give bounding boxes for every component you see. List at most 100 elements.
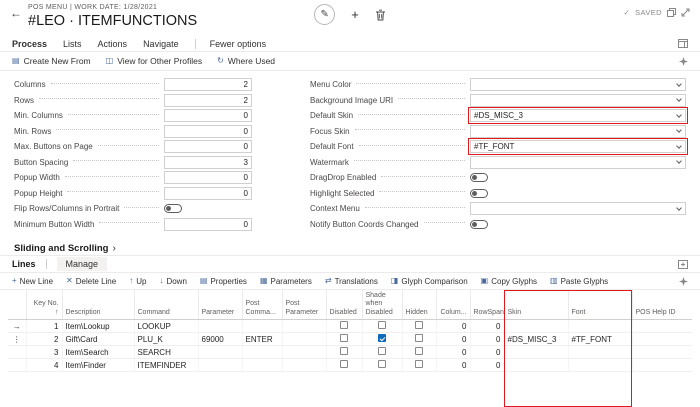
parameter-cell[interactable]: [198, 320, 242, 333]
command-cell[interactable]: PLU_K: [134, 333, 198, 346]
section-sliding-and-scrolling[interactable]: Sliding and Scrolling ›: [0, 238, 700, 256]
action-create-new-from[interactable]: ▤Create New From: [12, 56, 91, 66]
post-command-cell[interactable]: ENTER: [242, 333, 282, 346]
row-span-cell[interactable]: 0: [470, 320, 504, 333]
menu-item-actions[interactable]: Actions: [98, 39, 128, 49]
font-cell[interactable]: [568, 320, 632, 333]
parameter-cell[interactable]: [198, 346, 242, 359]
input-popup-width[interactable]: 0: [164, 171, 252, 184]
key-no-cell[interactable]: 4: [26, 359, 62, 372]
post-command-cell[interactable]: [242, 320, 282, 333]
menu-item-lists[interactable]: Lists: [63, 39, 82, 49]
menu-item-navigate[interactable]: Navigate: [143, 39, 179, 49]
lines-action-properties[interactable]: ▤Properties: [200, 277, 247, 286]
post-command-cell[interactable]: [242, 346, 282, 359]
description-cell[interactable]: Item\Lookup: [62, 320, 134, 333]
column-span-cell[interactable]: 0: [436, 346, 470, 359]
input-popup-height[interactable]: 0: [164, 187, 252, 200]
column-header-post-parameter[interactable]: Post Parameter: [282, 290, 326, 320]
column-header-skin[interactable]: Skin: [504, 290, 568, 320]
description-cell[interactable]: Item\Search: [62, 346, 134, 359]
lines-action-paste-glyphs[interactable]: ▥Paste Glyphs: [550, 277, 608, 286]
command-cell[interactable]: SEARCH: [134, 346, 198, 359]
lines-personalize-icon[interactable]: [679, 277, 688, 286]
open-in-window-icon[interactable]: [678, 39, 688, 48]
back-button[interactable]: ←: [10, 7, 22, 19]
column-header-command[interactable]: Command: [134, 290, 198, 320]
column-header-font[interactable]: Font: [568, 290, 632, 320]
input-minimum-button-width[interactable]: 0: [164, 218, 252, 231]
lines-action-new-line[interactable]: +New Line: [12, 277, 53, 286]
input-min-columns[interactable]: 0: [164, 109, 252, 122]
input-columns[interactable]: 2: [164, 78, 252, 91]
skin-cell[interactable]: [504, 359, 568, 372]
select-menu-color[interactable]: [470, 78, 686, 91]
checkbox-shade-when-disabled[interactable]: [378, 321, 386, 329]
toggle-dragdrop-enabled[interactable]: [470, 173, 488, 182]
skin-cell[interactable]: [504, 346, 568, 359]
checkbox-shade-when-disabled[interactable]: [378, 360, 386, 368]
select-default-skin[interactable]: #DS_MISC_3: [470, 109, 686, 122]
description-cell[interactable]: Gift\Card: [62, 333, 134, 346]
select-focus-skin[interactable]: [470, 125, 686, 138]
description-cell[interactable]: Item\Finder: [62, 359, 134, 372]
parameter-cell[interactable]: 69000: [198, 333, 242, 346]
post-parameter-cell[interactable]: [282, 320, 326, 333]
lines-action-parameters[interactable]: ▦Parameters: [260, 277, 312, 286]
tab-lines[interactable]: Lines: [12, 259, 36, 269]
font-cell[interactable]: #TF_FONT: [568, 333, 632, 346]
input-max-buttons-on-page[interactable]: 0: [164, 140, 252, 153]
personalize-icon[interactable]: [679, 57, 688, 66]
column-span-cell[interactable]: 0: [436, 359, 470, 372]
pos-help-id-cell[interactable]: [632, 333, 692, 346]
expand-part-icon[interactable]: [678, 260, 688, 269]
new-button[interactable]: +: [351, 8, 359, 21]
key-no-cell[interactable]: 3: [26, 346, 62, 359]
column-header-shade-when-disabled[interactable]: Shade when Disabled: [362, 290, 402, 320]
edit-button[interactable]: ✎: [314, 4, 335, 25]
checkbox-disabled[interactable]: [340, 347, 348, 355]
skin-cell[interactable]: #DS_MISC_3: [504, 333, 568, 346]
checkbox-disabled[interactable]: [340, 321, 348, 329]
action-view-for-other-profiles[interactable]: ◫View for Other Profiles: [106, 56, 202, 66]
column-header-pos-help-id[interactable]: POS Help ID: [632, 290, 692, 320]
input-button-spacing[interactable]: 3: [164, 156, 252, 169]
tab-manage[interactable]: Manage: [57, 257, 108, 271]
post-parameter-cell[interactable]: [282, 333, 326, 346]
select-context-menu[interactable]: [470, 202, 686, 215]
select-watermark[interactable]: [470, 156, 686, 169]
action-where-used[interactable]: ↻Where Used: [217, 56, 275, 66]
input-rows[interactable]: 2: [164, 94, 252, 107]
delete-button[interactable]: [375, 9, 386, 21]
toggle-notify-button-coords-changed[interactable]: [470, 220, 488, 229]
pos-help-id-cell[interactable]: [632, 359, 692, 372]
post-command-cell[interactable]: [242, 359, 282, 372]
input-min-rows[interactable]: 0: [164, 125, 252, 138]
select-default-font[interactable]: #TF_FONT: [470, 140, 686, 153]
column-header-colum[interactable]: Colum...: [436, 290, 470, 320]
column-header-key-no[interactable]: Key No. ↑: [26, 290, 62, 320]
lines-action-up[interactable]: ↑Up: [129, 277, 146, 286]
checkbox-shade-when-disabled[interactable]: [378, 347, 386, 355]
column-header-rowspan[interactable]: RowSpan: [470, 290, 504, 320]
command-cell[interactable]: LOOKUP: [134, 320, 198, 333]
pos-help-id-cell[interactable]: [632, 320, 692, 333]
lines-action-glyph-comparison[interactable]: ◨Glyph Comparison: [391, 277, 468, 286]
pos-help-id-cell[interactable]: [632, 346, 692, 359]
checkbox-hidden[interactable]: [415, 360, 423, 368]
menu-item-fewer-options[interactable]: Fewer options: [195, 39, 267, 49]
command-cell[interactable]: ITEMFINDER: [134, 359, 198, 372]
toggle-highlight-selected[interactable]: [470, 189, 488, 198]
restore-window-icon[interactable]: [667, 8, 676, 17]
row-span-cell[interactable]: 0: [470, 333, 504, 346]
font-cell[interactable]: [568, 346, 632, 359]
row-span-cell[interactable]: 0: [470, 346, 504, 359]
key-no-cell[interactable]: 2: [26, 333, 62, 346]
checkbox-hidden[interactable]: [415, 334, 423, 342]
lines-action-delete-line[interactable]: ✕Delete Line: [66, 277, 116, 286]
key-no-cell[interactable]: 1: [26, 320, 62, 333]
checkbox-disabled[interactable]: [340, 334, 348, 342]
column-header-hidden[interactable]: Hidden: [402, 290, 436, 320]
column-header-parameter[interactable]: Parameter: [198, 290, 242, 320]
lines-action-translations[interactable]: ⇄Translations: [325, 277, 378, 286]
